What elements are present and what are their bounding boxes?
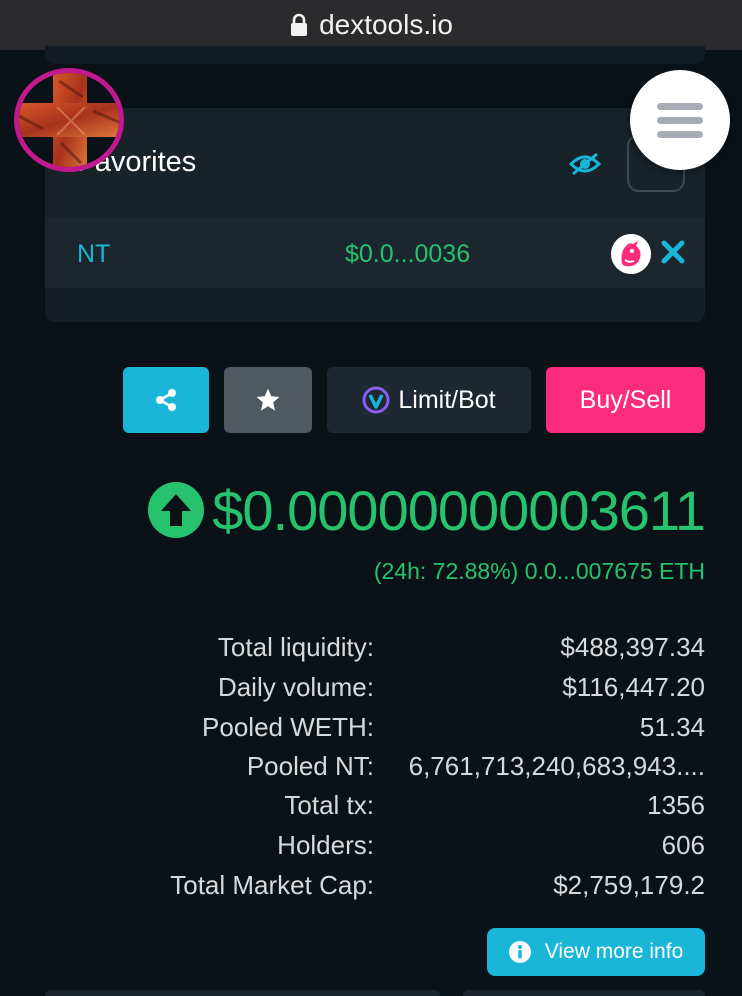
favorite-token-price: $0.0...0036 [345, 240, 471, 268]
stat-row: Pooled WETH: 51.34 [0, 712, 742, 752]
stat-row: Pooled NT: 6,761,713,240,683,943.... [0, 751, 742, 791]
token-price: $0.00000000003611 [212, 478, 706, 542]
stat-value: 606 [661, 830, 705, 860]
stat-label: Daily volume: [217, 672, 374, 702]
buy-sell-button[interactable]: Buy/Sell [546, 367, 705, 433]
favorite-token-name[interactable]: NT [77, 240, 110, 269]
stat-label: Total liquidity: [217, 632, 374, 662]
token-price-row: $0.00000000003611 [0, 474, 706, 546]
favorite-item[interactable]: NT $0.0...0036 [45, 218, 705, 288]
stat-value: 6,761,713,240,683,943.... [408, 751, 705, 781]
avatar[interactable] [14, 68, 124, 172]
lock-icon [291, 13, 308, 36]
stat-value: 1356 [647, 790, 705, 820]
stat-row: Daily volume: $116,447.20 [0, 672, 742, 712]
favorites-header: Favorites [45, 108, 705, 218]
stat-label: Total Market Cap: [170, 870, 374, 900]
view-more-info-button[interactable]: View more info [487, 928, 705, 976]
info-icon [508, 941, 531, 963]
price-change: (24h: 72.88%) 0.0...007675 ETH [373, 558, 705, 584]
share-button[interactable] [123, 367, 209, 433]
stat-label: Holders: [277, 830, 374, 860]
star-icon [256, 388, 280, 411]
stat-label: Total tx: [284, 790, 374, 820]
favorite-button[interactable] [224, 367, 312, 433]
top-card-edge [45, 46, 705, 64]
cross-badge-icon [19, 73, 119, 167]
stat-value: $116,447.20 [562, 672, 705, 702]
buy-sell-label: Buy/Sell [579, 385, 672, 414]
stat-label: Pooled WETH: [202, 712, 374, 742]
share-icon [156, 389, 176, 411]
hide-eye-icon[interactable] [569, 152, 601, 176]
favorites-panel: Favorites NT $0.0...0036 [45, 108, 705, 322]
menu-bar [657, 131, 703, 138]
limit-bot-label: Limit/Bot [398, 385, 496, 414]
browser-url-bar[interactable]: dextools.io [0, 0, 742, 50]
menu-bar [657, 103, 703, 110]
stat-value: $488,397.34 [560, 632, 705, 662]
stat-value: 51.34 [639, 712, 705, 742]
card-edge [45, 990, 440, 996]
stat-row: Total Market Cap: $2,759,179.2 [0, 870, 742, 910]
limit-bot-button[interactable]: Limit/Bot [327, 367, 531, 433]
hamburger-menu-icon[interactable] [630, 70, 730, 170]
dextools-logo-icon [362, 386, 390, 414]
stat-value: $2,759,179.2 [553, 870, 705, 900]
stat-row: Holders: 606 [0, 830, 742, 870]
arrow-up-circle-icon [148, 482, 205, 538]
url-text: dextools.io [319, 9, 453, 40]
stat-row: Total liquidity: $488,397.34 [0, 632, 742, 672]
view-more-info-label: View more info [544, 940, 684, 963]
stat-row: Total tx: 1356 [0, 790, 742, 830]
close-icon[interactable] [659, 238, 687, 266]
card-edge [463, 990, 705, 996]
uniswap-icon [611, 234, 651, 274]
stat-label: Pooled NT: [246, 751, 374, 781]
menu-bar [657, 117, 703, 124]
